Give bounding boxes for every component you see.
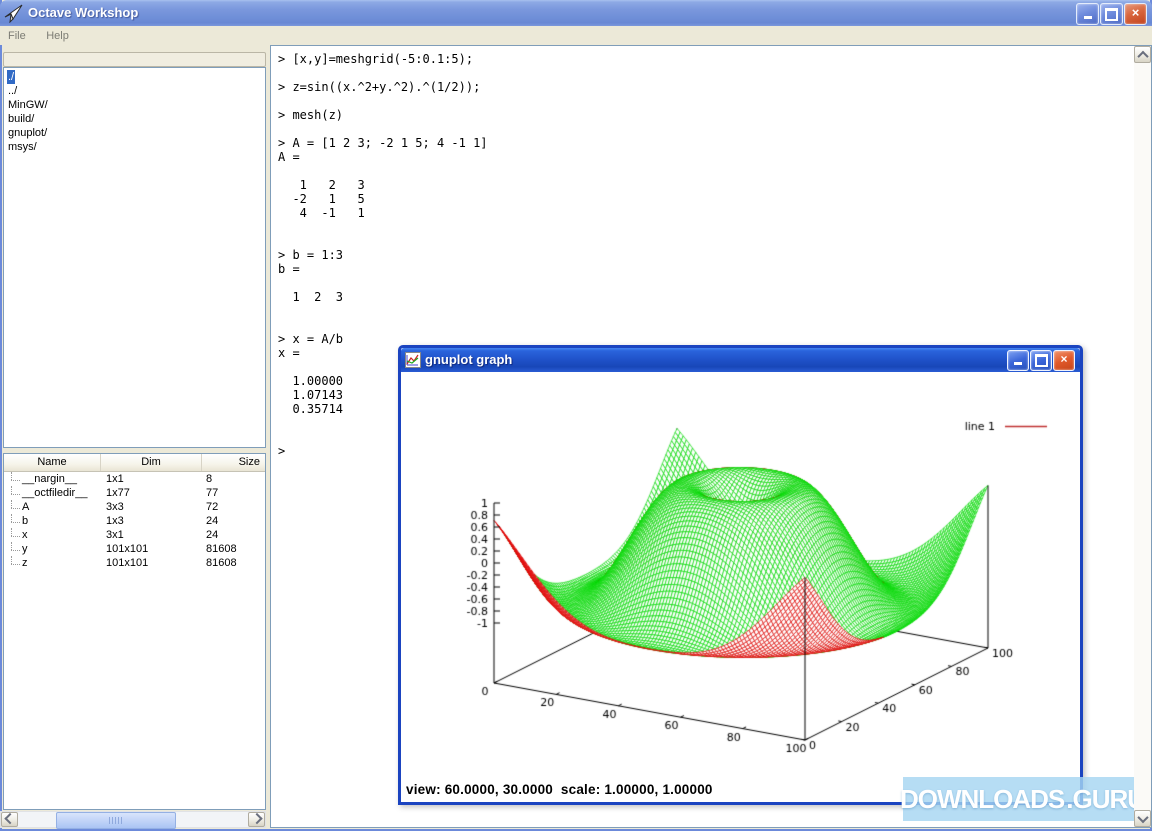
console-line: > x = A/b <box>278 332 488 346</box>
close-icon: × <box>1060 352 1067 366</box>
tree-branch-icon <box>4 542 22 556</box>
table-row[interactable]: z101x10181608 <box>4 556 265 570</box>
table-row[interactable]: __octfiledir__1x7777 <box>4 486 265 500</box>
console-line <box>278 276 488 290</box>
tree-branch-icon <box>4 486 22 500</box>
menu-help[interactable]: Help <box>38 27 77 46</box>
main-titlebar[interactable]: Octave Workshop × <box>0 0 1152 26</box>
variables-header: Name Dim Size <box>4 454 265 472</box>
tree-branch-icon <box>4 556 22 570</box>
horizontal-scrollbar[interactable] <box>0 811 266 828</box>
gnuplot-window-title: gnuplot graph <box>425 348 512 372</box>
console-line: A = <box>278 150 488 164</box>
console-line <box>278 122 488 136</box>
downloads-guru-watermark[interactable]: DOWNLOADS .GURU <box>903 777 1142 821</box>
plot-status-text: view: 60.0000, 30.0000 scale: 1.00000, 1… <box>406 782 713 797</box>
table-row[interactable]: A3x372 <box>4 500 265 514</box>
minimize-icon <box>1084 16 1092 19</box>
table-row[interactable]: b1x324 <box>4 514 265 528</box>
scroll-up-button[interactable] <box>1134 46 1151 63</box>
file-item[interactable]: msys/ <box>4 140 265 154</box>
menu-bar: File Help <box>0 26 1152 45</box>
table-row[interactable]: x3x124 <box>4 528 265 542</box>
file-item[interactable]: ../ <box>4 84 265 98</box>
console-line <box>278 94 488 108</box>
tree-branch-icon <box>4 500 22 514</box>
console-line: > [x,y]=meshgrid(-5:0.1:5); <box>278 52 488 66</box>
console-line <box>278 66 488 80</box>
scroll-right-button[interactable] <box>248 812 265 827</box>
thumb-grip-icon <box>109 817 123 824</box>
scroll-down-button[interactable] <box>1134 810 1151 827</box>
variables-panel: Name Dim Size __nargin__1x18 __octfiledi… <box>3 453 266 810</box>
console-line: -2 1 5 <box>278 192 488 206</box>
scrollbar-thumb[interactable] <box>56 812 176 829</box>
close-icon: × <box>1132 5 1140 20</box>
console-line <box>278 164 488 178</box>
vertical-scrollbar[interactable] <box>1134 46 1151 827</box>
chevron-up-icon <box>1137 50 1148 61</box>
file-item[interactable]: build/ <box>4 112 265 126</box>
console-line: 1 2 3 <box>278 178 488 192</box>
console-line <box>278 234 488 248</box>
menu-file[interactable]: File <box>0 27 34 46</box>
gnuplot-minimize-button[interactable] <box>1007 350 1029 371</box>
tree-branch-icon <box>4 472 22 486</box>
window-title: Octave Workshop <box>28 0 138 26</box>
maximize-icon <box>1105 8 1118 21</box>
console-line: > b = 1:3 <box>278 248 488 262</box>
console-line: 1 2 3 <box>278 290 488 304</box>
watermark-text-left: DOWNLOADS <box>900 784 1064 815</box>
console-line: > A = [1 2 3; -2 1 5; 4 -1 1] <box>278 136 488 150</box>
console-line: > z=sin((x.^2+y.^2).^(1/2)); <box>278 80 488 94</box>
minimize-button[interactable] <box>1076 3 1099 25</box>
file-item[interactable]: MinGW/ <box>4 98 265 112</box>
chevron-left-icon <box>4 812 15 823</box>
chevron-right-icon <box>251 812 262 823</box>
close-button[interactable]: × <box>1124 3 1147 25</box>
path-bar[interactable] <box>3 52 266 67</box>
gnuplot-icon <box>405 352 421 368</box>
file-item[interactable]: ./ <box>4 70 265 84</box>
gnuplot-window[interactable]: gnuplot graph × view: 60.0000, 30.0000 s… <box>398 345 1083 805</box>
file-browser-list[interactable]: ./ ../ MinGW/ build/ gnuplot/ msys/ <box>3 67 266 448</box>
maximize-button[interactable] <box>1100 3 1123 25</box>
column-header-size[interactable]: Size <box>202 454 265 471</box>
console-line: > mesh(z) <box>278 108 488 122</box>
tree-branch-icon <box>4 514 22 528</box>
console-line: b = <box>278 262 488 276</box>
gnuplot-canvas-area: view: 60.0000, 30.0000 scale: 1.00000, 1… <box>401 372 1080 802</box>
console-line <box>278 304 488 318</box>
app-icon <box>4 3 24 23</box>
column-header-dim[interactable]: Dim <box>101 454 202 471</box>
console-line <box>278 318 488 332</box>
chevron-down-icon <box>1137 811 1148 822</box>
surface-plot-canvas[interactable] <box>401 372 1080 776</box>
column-header-name[interactable]: Name <box>4 454 101 471</box>
table-row[interactable]: __nargin__1x18 <box>4 472 265 486</box>
scroll-left-button[interactable] <box>1 812 18 827</box>
maximize-icon <box>1035 354 1048 367</box>
gnuplot-titlebar[interactable]: gnuplot graph × <box>401 348 1080 372</box>
file-item[interactable]: gnuplot/ <box>4 126 265 140</box>
minimize-icon <box>1014 362 1022 365</box>
gnuplot-maximize-button[interactable] <box>1030 350 1052 371</box>
tree-branch-icon <box>4 528 22 542</box>
console-line <box>278 220 488 234</box>
gnuplot-close-button[interactable]: × <box>1053 350 1075 371</box>
console-line: 4 -1 1 <box>278 206 488 220</box>
table-row[interactable]: y101x10181608 <box>4 542 265 556</box>
